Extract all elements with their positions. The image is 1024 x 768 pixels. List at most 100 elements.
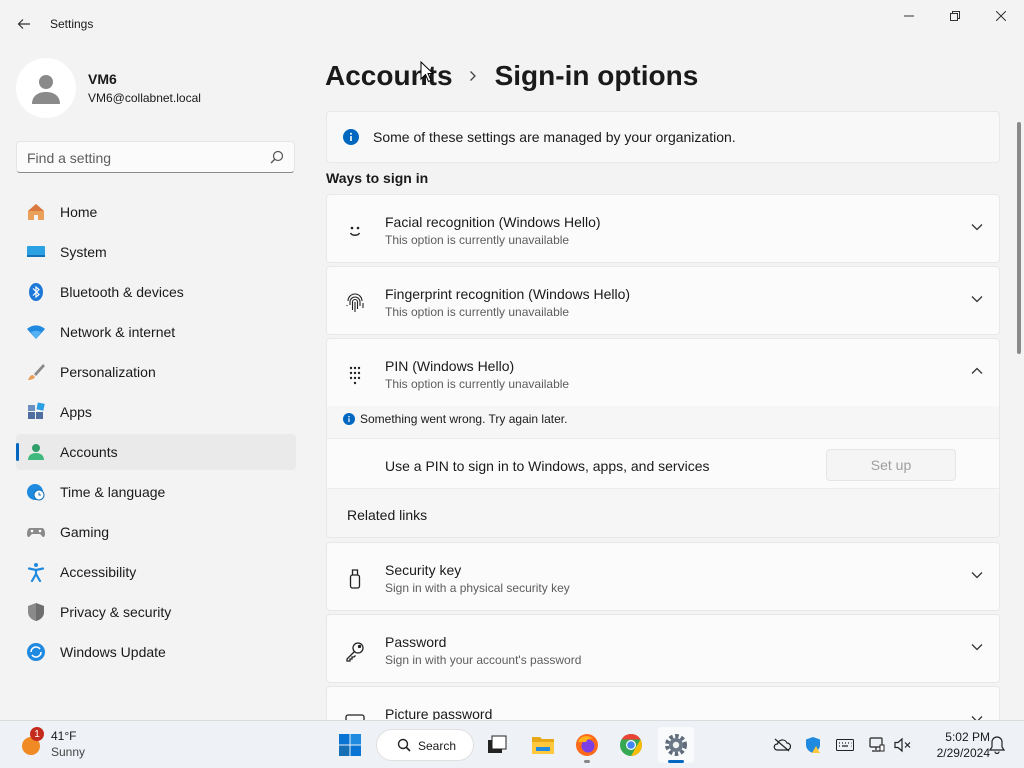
tray-security[interactable] [803,735,823,755]
system-clock[interactable]: 5:02 PM 2/29/2024 [920,729,990,761]
restore-icon [950,11,960,21]
sidebar-item-label: Gaming [60,524,110,540]
fingerprint-recognition-row[interactable]: Fingerprint recognition (Windows Hello) … [326,266,1000,335]
weather-widget[interactable]: 1 41°F Sunny [16,727,126,763]
chevron-down-icon [971,572,983,579]
search-input[interactable]: Find a setting [16,141,295,173]
sidebar-item-label: Accessibility [60,564,137,580]
clock-date: 2/29/2024 [936,746,990,760]
weather-condition: Sunny [51,745,86,759]
sidebar-item-windows-update[interactable]: Windows Update [16,634,296,670]
file-explorer-button[interactable] [525,727,561,763]
sidebar-item-gaming[interactable]: Gaming [16,514,296,550]
settings-taskbar-button[interactable] [658,727,694,763]
gamepad-icon [27,528,45,538]
sidebar-item-label: Bluetooth & devices [60,284,184,300]
sidebar-item-label: Apps [60,404,92,420]
app-title: Settings [50,17,94,31]
section-heading: Ways to sign in [326,170,429,186]
user-profile[interactable]: VM6 VM6@collabnet.local [16,58,296,118]
minimize-button[interactable] [886,0,932,32]
profile-email: VM6@collabnet.local [88,91,201,105]
row-title: Fingerprint recognition (Windows Hello) [385,286,631,302]
related-links-label: Related links [347,507,428,523]
error-text: Something went wrong. Try again later. [360,412,568,426]
accessibility-icon [27,563,45,582]
running-indicator [584,760,590,763]
sidebar-item-apps[interactable]: Apps [16,394,296,430]
tray-onedrive[interactable] [772,735,792,755]
sidebar-item-accessibility[interactable]: Accessibility [16,554,296,590]
sidebar-item-time-language[interactable]: Time & language [16,474,296,510]
gear-icon [665,734,687,756]
firefox-button[interactable] [569,727,605,763]
taskbar-search[interactable]: Search [376,729,474,761]
shield-warning-icon [806,737,820,753]
info-text: Some of these settings are managed by yo… [373,129,736,145]
sidebar-item-home[interactable]: Home [16,194,296,230]
facial-recognition-row[interactable]: Facial recognition (Windows Hello) This … [326,194,1000,263]
taskbar: 1 41°F Sunny Search 5:02 PM 2/29/2024 [0,720,1024,768]
person-icon [32,75,60,104]
picture-icon [345,714,365,720]
minimize-icon [904,15,914,17]
windows-logo-icon [339,734,361,756]
row-title: Password [385,634,447,650]
system-icon [27,246,45,257]
notifications-button[interactable] [987,735,1007,755]
wifi-icon [27,325,45,339]
accounts-icon [28,444,44,460]
profile-name: VM6 [88,71,117,87]
setup-button[interactable]: Set up [826,449,956,481]
back-button[interactable] [8,8,40,40]
bell-icon [989,736,1005,754]
tray-keyboard[interactable] [835,735,855,755]
network-icon [869,737,885,752]
picture-password-row[interactable]: Picture password [326,686,1000,720]
security-key-row[interactable]: Security key Sign in with a physical sec… [326,542,1000,611]
sidebar-item-label: Home [60,204,98,220]
pin-keypad-icon [349,366,361,385]
scrollbar[interactable] [1017,122,1021,354]
tray-volume[interactable] [892,735,912,755]
sidebar-item-privacy-security[interactable]: Privacy & security [16,594,296,630]
weather-temperature: 41°F [51,729,77,743]
task-view-icon [488,735,507,753]
sidebar-item-label: Network & internet [60,324,176,340]
sidebar-item-personalization[interactable]: Personalization [16,354,296,390]
row-subtitle: Sign in with a physical security key [385,581,570,595]
title-bar: Settings [0,0,1024,48]
sidebar-item-label: Privacy & security [60,604,172,620]
related-links: Related links [326,488,1000,538]
key-icon [346,642,364,662]
active-indicator [16,443,19,461]
brush-icon [28,364,45,380]
globe-clock-icon [27,484,45,501]
firefox-icon [576,734,598,756]
sidebar-item-network[interactable]: Network & internet [16,314,296,350]
chrome-icon [620,734,642,756]
face-icon [349,226,361,236]
start-button[interactable] [332,727,368,763]
bluetooth-icon [29,283,43,301]
cloud-off-icon [773,738,791,752]
taskbar-search-label: Search [418,739,457,753]
maximize-button[interactable] [932,0,978,32]
sidebar-nav: Home System Bluetooth & devices Network … [16,194,296,674]
sidebar-item-bluetooth[interactable]: Bluetooth & devices [16,274,296,310]
pin-error-message: Something went wrong. Try again later. [326,406,1000,438]
close-button[interactable] [978,0,1024,32]
task-view-button[interactable] [479,727,515,763]
chevron-right-icon [469,71,476,81]
chrome-button[interactable] [613,727,649,763]
pin-row[interactable]: PIN (Windows Hello) This option is curre… [326,338,1000,407]
sidebar-item-label: Time & language [60,484,166,500]
sidebar-item-label: System [60,244,107,260]
sidebar-item-accounts[interactable]: Accounts [16,434,296,470]
managed-info-bar: Some of these settings are managed by yo… [326,111,1000,163]
usb-key-icon [349,569,361,589]
home-icon [28,204,44,220]
password-row[interactable]: Password Sign in with your account's pas… [326,614,1000,683]
sidebar-item-system[interactable]: System [16,234,296,270]
tray-network[interactable] [866,735,886,755]
